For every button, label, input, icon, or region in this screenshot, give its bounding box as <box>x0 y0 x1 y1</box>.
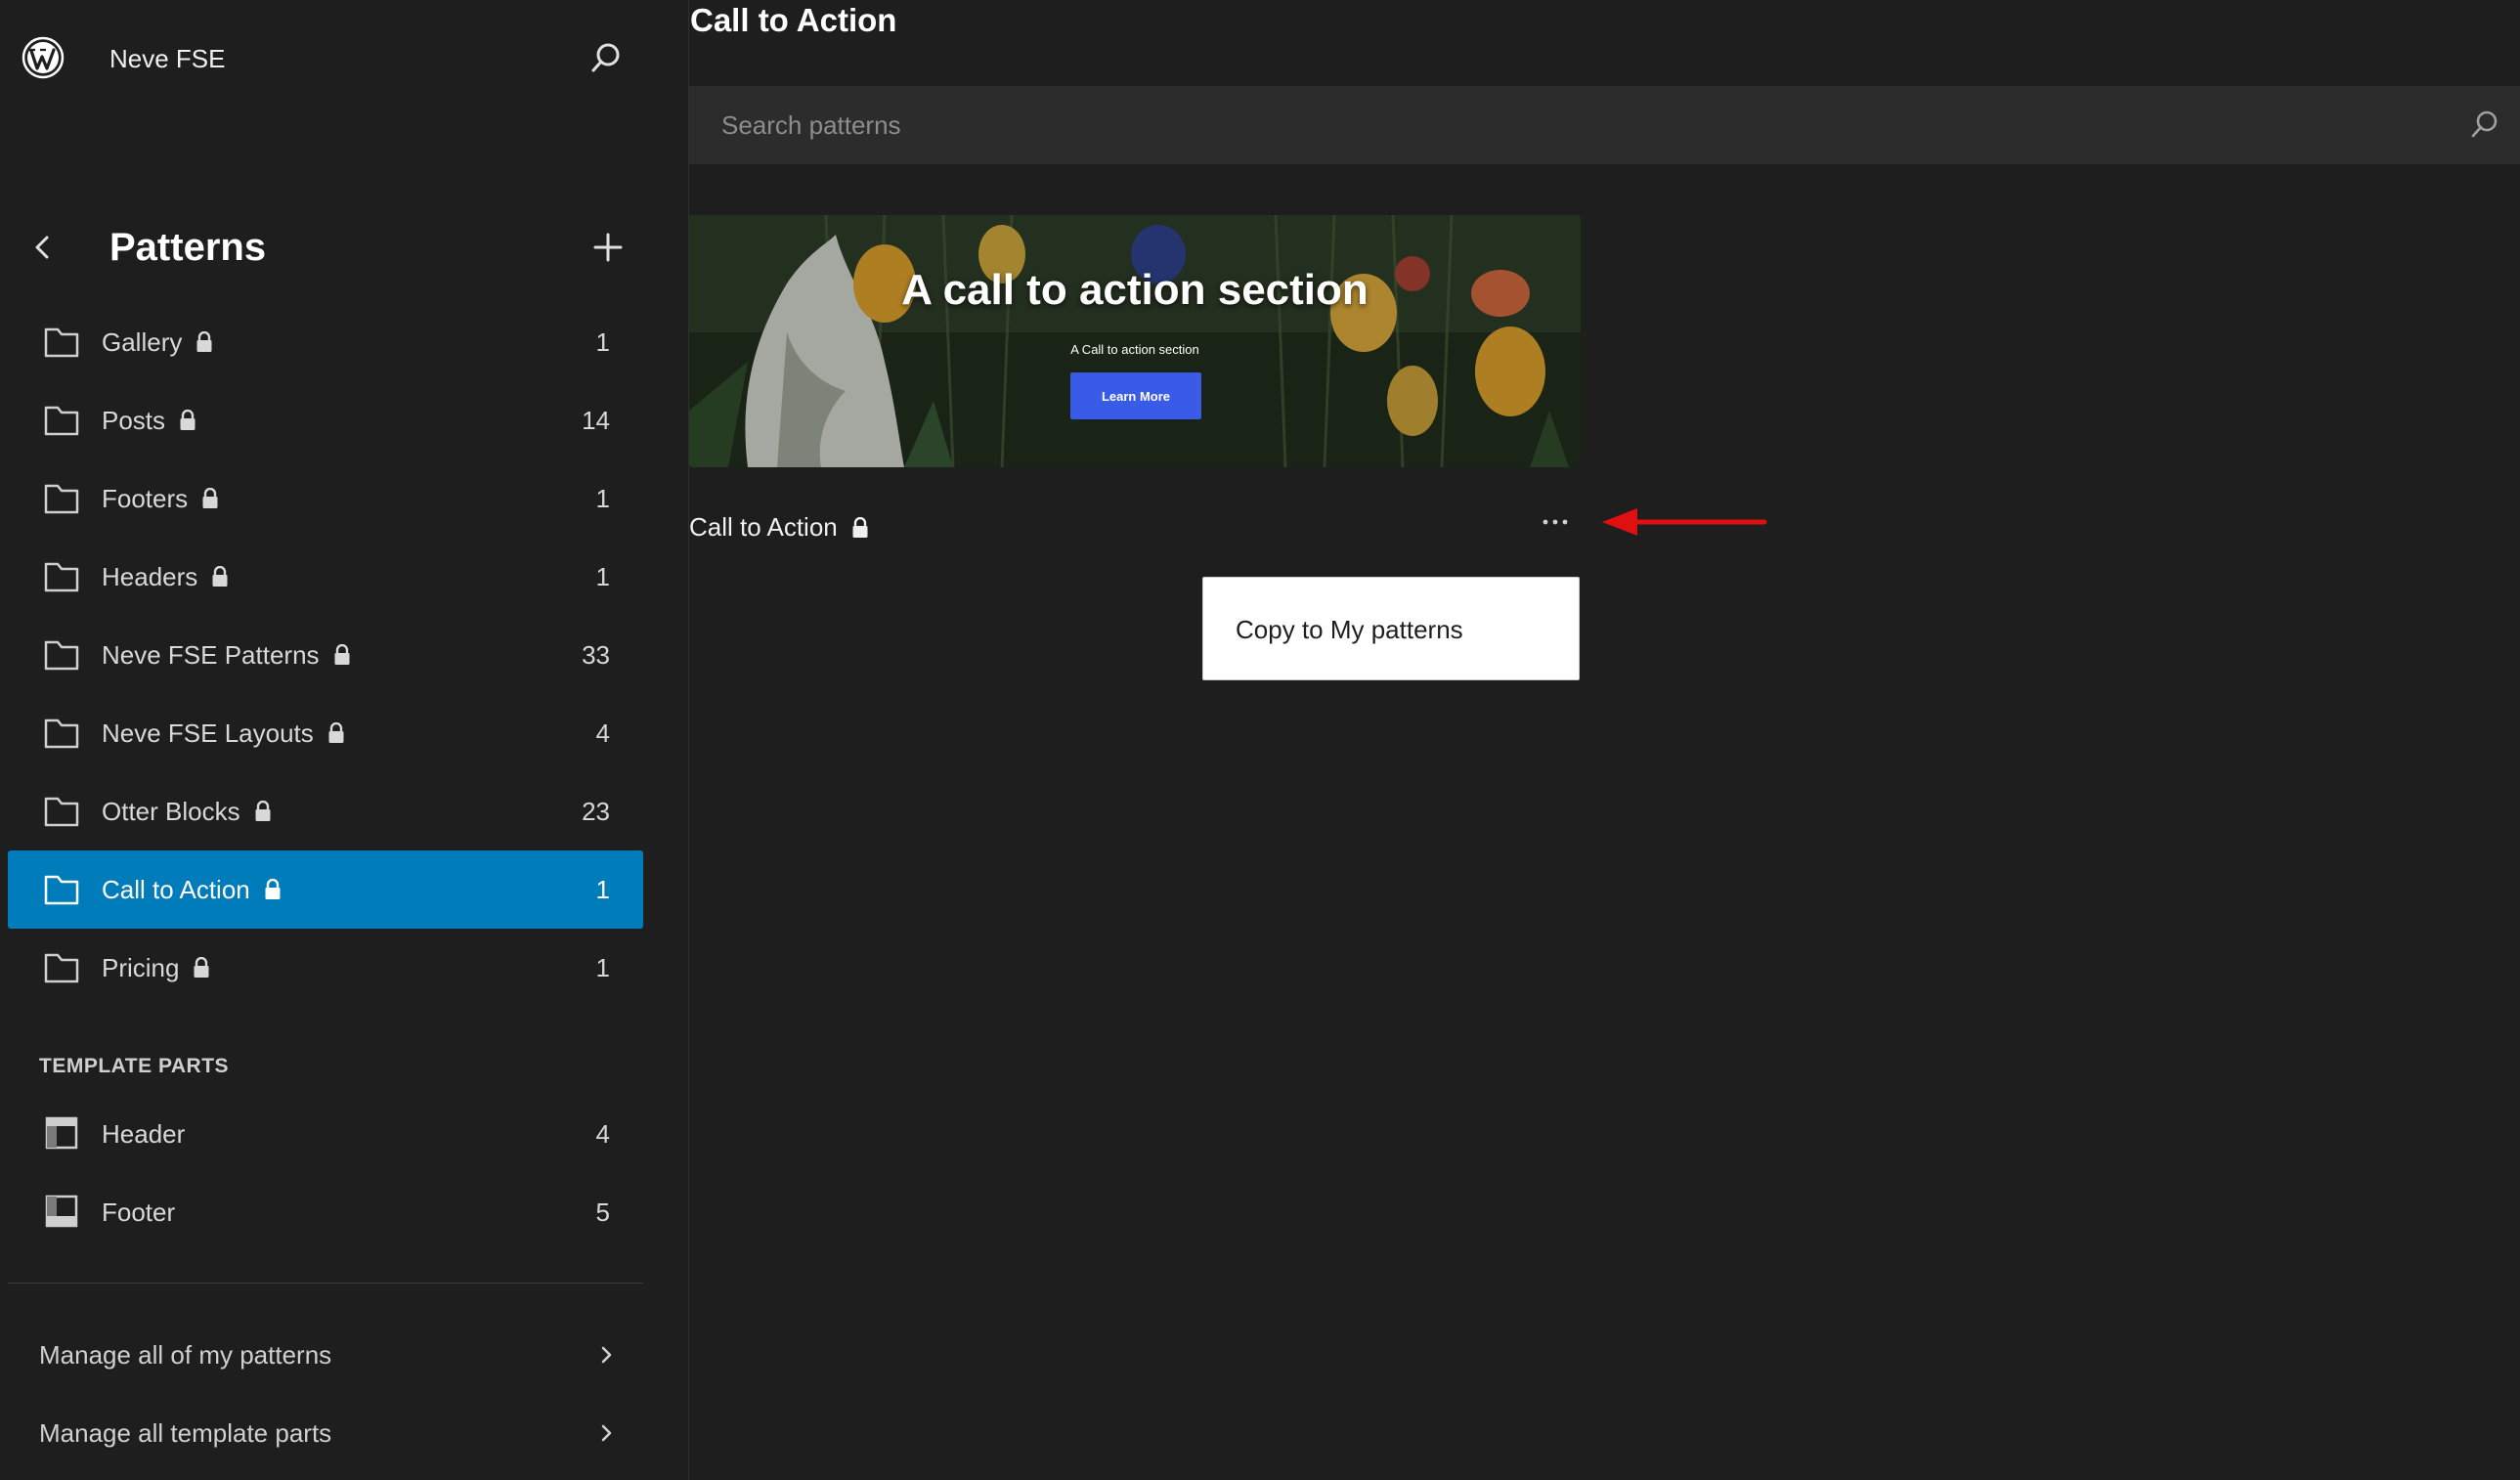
folder-icon <box>43 716 80 751</box>
chevron-right-icon <box>594 1343 618 1367</box>
template-part-label: Header <box>102 1119 186 1149</box>
search-icon[interactable] <box>2467 108 2502 143</box>
sidebar-divider <box>8 1283 643 1284</box>
manage-my-patterns-link[interactable]: Manage all of my patterns <box>8 1316 643 1394</box>
category-item-pricing[interactable]: Pricing 1 <box>8 929 643 1007</box>
manage-links: Manage all of my patterns Manage all tem… <box>8 1316 643 1472</box>
template-part-count: 5 <box>595 1197 610 1227</box>
lock-icon <box>193 957 210 979</box>
folder-icon <box>43 403 80 438</box>
site-title[interactable]: Neve FSE <box>109 44 226 74</box>
folder-icon <box>43 559 80 594</box>
category-item-footers[interactable]: Footers 1 <box>8 459 643 538</box>
folder-icon <box>43 872 80 907</box>
lock-icon <box>201 488 219 509</box>
category-label: Neve FSE Layouts <box>102 718 314 748</box>
lock-icon <box>254 801 272 822</box>
category-item-neve-fse-patterns[interactable]: Neve FSE Patterns 33 <box>8 616 643 694</box>
category-item-posts[interactable]: Posts 14 <box>8 381 643 459</box>
site-header: Neve FSE <box>0 0 688 117</box>
lock-icon <box>333 644 351 666</box>
main-content: Call to Action Search patterns A call to… <box>689 0 2520 1480</box>
pattern-title-text: Call to Action <box>689 512 838 542</box>
more-horizontal-icon[interactable] <box>1532 502 1579 542</box>
category-label: Posts <box>102 406 166 435</box>
sidebar: Neve FSE Patterns Gallery 1 Posts 14 Foo… <box>0 0 689 1480</box>
template-part-item-header[interactable]: Header 4 <box>8 1095 643 1173</box>
folder-icon <box>43 481 80 516</box>
chevron-right-icon <box>594 1421 618 1445</box>
patterns-title: Patterns <box>109 226 267 269</box>
copy-to-my-patterns-menu-item[interactable]: Copy to My patterns <box>1236 578 1463 681</box>
pattern-preview[interactable]: A call to action section A Call to actio… <box>689 215 1581 467</box>
manage-template-parts-link[interactable]: Manage all template parts <box>8 1394 643 1472</box>
preview-learn-more-button: Learn More <box>1070 372 1201 419</box>
template-parts-list: Header 4 Footer 5 <box>8 1095 643 1251</box>
page-title: Call to Action <box>690 2 897 38</box>
category-item-headers[interactable]: Headers 1 <box>8 538 643 616</box>
annotation-arrow-icon <box>1598 502 1774 542</box>
search-input[interactable] <box>689 86 2449 164</box>
chevron-left-icon[interactable] <box>25 230 61 265</box>
lock-icon <box>851 516 869 539</box>
category-count: 1 <box>595 484 610 513</box>
template-part-label: Footer <box>102 1197 176 1227</box>
template-part-count: 4 <box>595 1119 610 1149</box>
folder-icon <box>43 950 80 985</box>
folder-icon <box>43 325 80 360</box>
category-count: 1 <box>595 327 610 357</box>
category-label: Gallery <box>102 327 183 357</box>
category-label: Otter Blocks <box>102 797 240 826</box>
manage-link-label: Manage all template parts <box>39 1418 332 1448</box>
category-label: Headers <box>102 562 198 591</box>
folder-icon <box>43 794 80 829</box>
category-count: 14 <box>582 406 610 435</box>
pattern-title: Call to Action <box>689 512 869 543</box>
lock-icon <box>196 331 213 353</box>
lock-icon <box>179 410 196 431</box>
wordpress-logo-icon[interactable] <box>22 36 65 79</box>
category-item-gallery[interactable]: Gallery 1 <box>8 303 643 381</box>
category-label: Call to Action <box>102 875 250 904</box>
patterns-header: Patterns <box>0 210 688 284</box>
template-part-item-footer[interactable]: Footer 5 <box>8 1173 643 1251</box>
search-bar <box>689 86 2520 164</box>
category-count: 33 <box>582 640 610 670</box>
pattern-actions-dropdown: Copy to My patterns <box>1202 577 1580 680</box>
category-item-otter-blocks[interactable]: Otter Blocks 23 <box>8 772 643 850</box>
search-icon[interactable] <box>587 39 626 78</box>
preview-heading: A call to action section <box>901 266 1369 314</box>
category-label: Neve FSE Patterns <box>102 640 320 670</box>
pattern-category-list: Gallery 1 Posts 14 Footers 1 Headers 1 N… <box>8 303 643 1007</box>
category-count: 4 <box>595 718 610 748</box>
category-label: Pricing <box>102 953 180 982</box>
plus-icon[interactable] <box>588 228 628 267</box>
lock-icon <box>327 722 345 744</box>
category-count: 1 <box>595 953 610 982</box>
lock-icon <box>211 566 229 588</box>
category-count: 23 <box>582 797 610 826</box>
category-item-call-to-action[interactable]: Call to Action 1 <box>8 850 643 929</box>
folder-icon <box>43 637 80 673</box>
template-parts-heading: TEMPLATE PARTS <box>39 1055 230 1077</box>
footer-layout-icon <box>45 1195 78 1228</box>
lock-icon <box>264 879 282 900</box>
jungle-background-image <box>689 215 1581 467</box>
header-layout-icon <box>45 1116 78 1150</box>
category-count: 1 <box>595 875 610 904</box>
preview-subtext: A Call to action section <box>1070 342 1199 357</box>
category-label: Footers <box>102 484 189 513</box>
manage-link-label: Manage all of my patterns <box>39 1340 332 1370</box>
category-count: 1 <box>595 562 610 591</box>
category-item-neve-fse-layouts[interactable]: Neve FSE Layouts 4 <box>8 694 643 772</box>
